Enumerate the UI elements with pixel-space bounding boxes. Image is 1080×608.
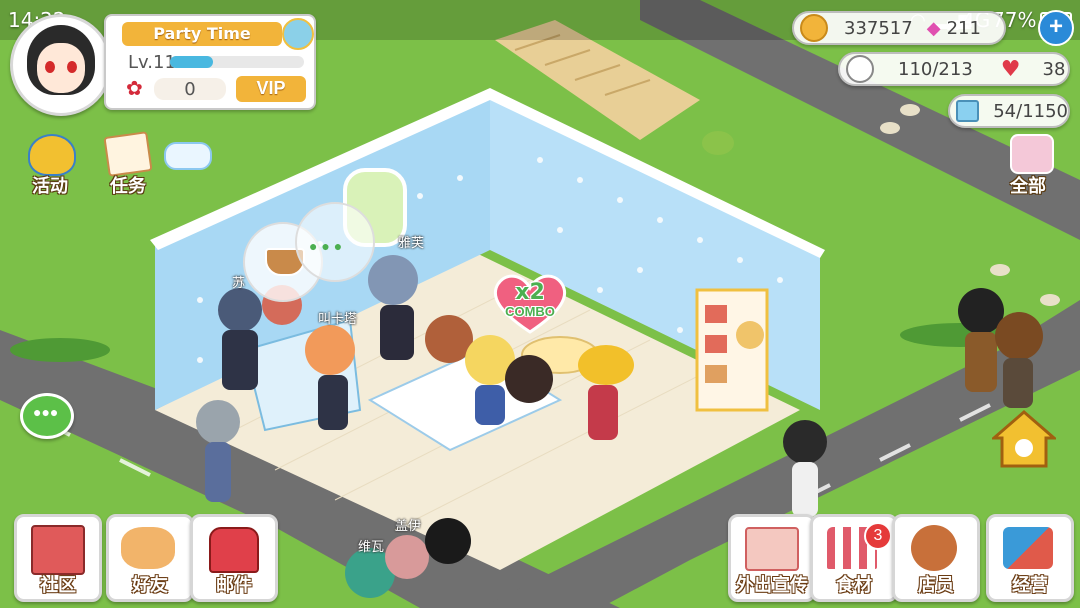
customer-body <box>222 330 258 390</box>
friends-button[interactable]: 好友 <box>106 514 194 602</box>
customer-counter[interactable]: 110/213 ♥ 38 <box>838 52 1070 86</box>
customer-body <box>205 442 231 502</box>
all-button[interactable]: 全部 <box>1000 132 1062 197</box>
activity-button[interactable]: 活动 <box>20 130 84 197</box>
tasks-label: 任务 <box>110 176 146 197</box>
customer-count: 110/213 <box>898 58 973 80</box>
card-count: 54/1150 <box>993 100 1068 122</box>
customer-character[interactable] <box>305 325 355 375</box>
profile-panel[interactable]: Party Time Lv.11 ✿ 0 VIP <box>104 14 316 110</box>
customer-body <box>1003 358 1033 408</box>
staff-button[interactable]: 店员 <box>892 514 980 602</box>
customer-character[interactable] <box>196 400 240 444</box>
chat-dots-icon: ●●● <box>33 404 59 420</box>
customer-body <box>792 462 818 517</box>
avatar[interactable] <box>10 14 112 116</box>
add-currency-button[interactable]: + <box>1038 10 1074 46</box>
vip-label: VIP <box>256 78 286 98</box>
all-label: 全部 <box>1010 176 1046 197</box>
event-banner-label: Party Time <box>153 24 251 43</box>
community-label: 社区 <box>40 575 76 596</box>
cards-icon <box>956 100 980 122</box>
customer-character[interactable] <box>783 420 827 464</box>
task-list-icon <box>103 131 153 177</box>
friends-faces-icon <box>121 527 175 569</box>
tasks-button[interactable]: 任务 <box>98 130 162 197</box>
exp-bar <box>170 56 304 68</box>
customer-character[interactable] <box>368 255 418 305</box>
coin-icon <box>800 14 828 42</box>
customer-body <box>380 305 414 360</box>
npc-name: 盖伊 <box>395 519 422 534</box>
staff-avatar-icon <box>911 525 957 571</box>
card-counter[interactable]: 54/1150 <box>948 94 1070 128</box>
promo-label: 外出宣传 <box>736 575 808 596</box>
manage-label: 经营 <box>1012 575 1048 596</box>
rose-count-box: 0 <box>154 78 226 100</box>
mail-label: 邮件 <box>216 575 252 596</box>
ingredients-badge: 3 <box>864 522 892 550</box>
customer-body <box>965 332 997 392</box>
npc-name: 雅芙 <box>398 236 425 251</box>
customer-character[interactable] <box>385 535 429 579</box>
pointing-hand-icon[interactable] <box>164 142 212 170</box>
face-icon <box>846 55 874 83</box>
chat-button[interactable]: ●●● <box>20 393 74 439</box>
rose-icon: ✿ <box>126 78 143 100</box>
house-lightbulb-icon <box>989 410 1059 468</box>
customer-character[interactable] <box>505 355 553 403</box>
ingredients-label: 食材 <box>836 575 872 596</box>
balloons-icon <box>28 134 76 176</box>
map-pin-icon <box>745 527 799 571</box>
customer-body <box>318 375 348 430</box>
mailbox-icon <box>209 527 259 573</box>
community-building-icon <box>31 525 85 575</box>
combo-label: COMBO <box>505 304 555 319</box>
customer-character[interactable] <box>218 288 262 332</box>
rose-count: 0 <box>184 79 196 100</box>
activity-label: 活动 <box>32 176 68 197</box>
growth-chart-icon <box>1003 527 1053 569</box>
event-banner[interactable]: Party Time <box>122 22 282 46</box>
exp-bar-fill <box>170 56 213 68</box>
customer-character[interactable] <box>995 312 1043 360</box>
coin-counter[interactable]: 337517 ◆ 211 <box>792 11 1006 45</box>
customer-body <box>475 385 505 425</box>
heart-counter-icon: ♥ <box>1000 56 1021 82</box>
combo-multiplier: x2 <box>515 280 545 305</box>
gem-count: 211 <box>946 17 981 39</box>
npc-name: 维瓦 <box>358 540 385 555</box>
expand-house-button[interactable] <box>989 408 1059 470</box>
gem-icon: ◆ <box>926 17 941 39</box>
party-hat-icon <box>282 18 314 50</box>
mail-button[interactable]: 邮件 <box>190 514 278 602</box>
thinking-bubble[interactable]: ● ● ● <box>295 202 375 282</box>
community-button[interactable]: 社区 <box>14 514 102 602</box>
shop-avatar-icon <box>1010 134 1054 174</box>
customer-character[interactable] <box>578 345 634 385</box>
combo-badge: x2 COMBO <box>490 272 570 334</box>
customer-body <box>588 385 618 440</box>
heart-count: 38 <box>1042 58 1066 80</box>
staff-label: 店员 <box>918 575 954 596</box>
manage-button[interactable]: 经营 <box>986 514 1074 602</box>
waiting-dots-icon: ● ● ● <box>309 238 343 254</box>
coin-count: 337517 <box>844 17 913 39</box>
promo-button[interactable]: 外出宣传 <box>728 514 816 602</box>
friends-label: 好友 <box>132 575 168 596</box>
npc-name: 叫卡塔 <box>318 312 358 327</box>
customer-character[interactable] <box>425 518 471 564</box>
vip-button[interactable]: VIP <box>236 76 306 102</box>
level-label: Lv.11 <box>128 52 176 73</box>
npc-name: 苏 <box>232 276 246 291</box>
